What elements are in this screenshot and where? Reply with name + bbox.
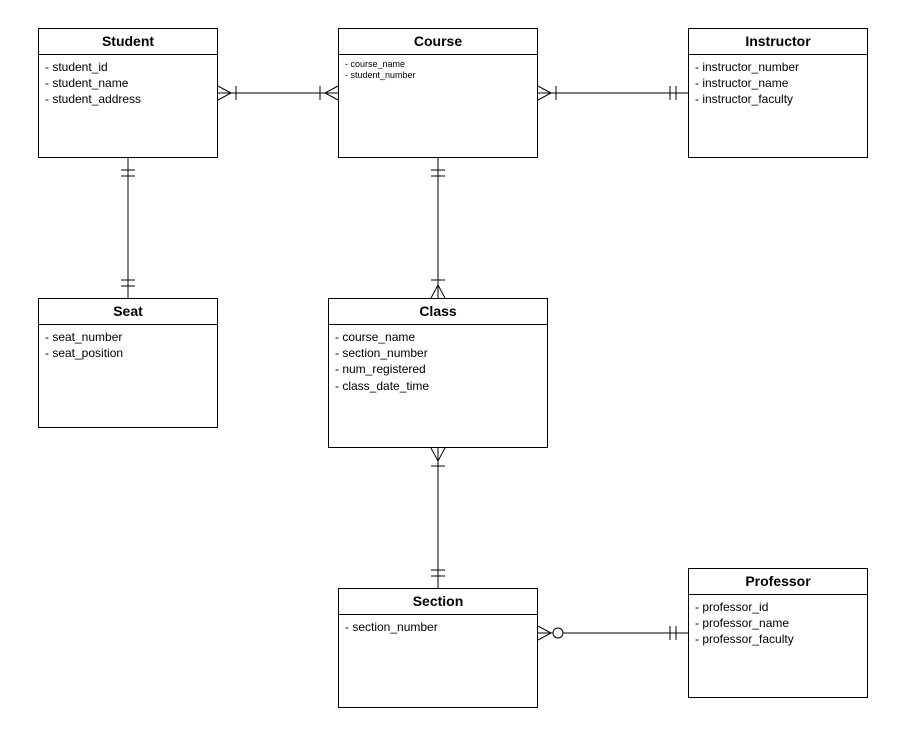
entity-student: Student - student_id - student_name - st… xyxy=(38,28,218,158)
attr: - student_name xyxy=(45,75,211,91)
attr: - student_id xyxy=(45,59,211,75)
attr: - seat_number xyxy=(45,329,211,345)
attr: - course_name xyxy=(335,329,541,345)
entity-section: Section - section_number xyxy=(338,588,538,708)
entity-instructor-title: Instructor xyxy=(689,29,867,55)
attr: - class_date_time xyxy=(335,378,541,394)
entity-class-attrs: - course_name - section_number - num_reg… xyxy=(329,325,547,398)
crow-foot xyxy=(431,448,445,461)
attr: - instructor_faculty xyxy=(695,91,861,107)
entity-instructor-attrs: - instructor_number - instructor_name - … xyxy=(689,55,867,112)
crow-foot xyxy=(538,626,551,640)
entity-student-attrs: - student_id - student_name - student_ad… xyxy=(39,55,217,112)
attr: - student_number xyxy=(345,70,531,81)
attr: - course_name xyxy=(345,59,531,70)
attr: - professor_faculty xyxy=(695,631,861,647)
crow-foot xyxy=(218,86,231,100)
optional-circle xyxy=(553,628,563,638)
entity-section-attrs: - section_number xyxy=(339,615,537,639)
attr: - num_registered xyxy=(335,361,541,377)
attr: - professor_id xyxy=(695,599,861,615)
attr: - student_address xyxy=(45,91,211,107)
attr: - section_number xyxy=(335,345,541,361)
entity-professor: Professor - professor_id - professor_nam… xyxy=(688,568,868,698)
entity-course: Course - course_name - student_number xyxy=(338,28,538,158)
entity-seat-attrs: - seat_number - seat_position xyxy=(39,325,217,365)
attr: - professor_name xyxy=(695,615,861,631)
entity-student-title: Student xyxy=(39,29,217,55)
crow-foot xyxy=(538,86,551,100)
crow-foot xyxy=(431,285,445,298)
attr: - seat_position xyxy=(45,345,211,361)
entity-class-title: Class xyxy=(329,299,547,325)
entity-course-title: Course xyxy=(339,29,537,55)
entity-professor-title: Professor xyxy=(689,569,867,595)
attr: - instructor_name xyxy=(695,75,861,91)
entity-seat: Seat - seat_number - seat_position xyxy=(38,298,218,428)
entity-course-attrs: - course_name - student_number xyxy=(339,55,537,86)
attr: - instructor_number xyxy=(695,59,861,75)
attr: - section_number xyxy=(345,619,531,635)
entity-section-title: Section xyxy=(339,589,537,615)
entity-instructor: Instructor - instructor_number - instruc… xyxy=(688,28,868,158)
crow-foot xyxy=(325,86,338,100)
entity-class: Class - course_name - section_number - n… xyxy=(328,298,548,448)
entity-seat-title: Seat xyxy=(39,299,217,325)
entity-professor-attrs: - professor_id - professor_name - profes… xyxy=(689,595,867,652)
